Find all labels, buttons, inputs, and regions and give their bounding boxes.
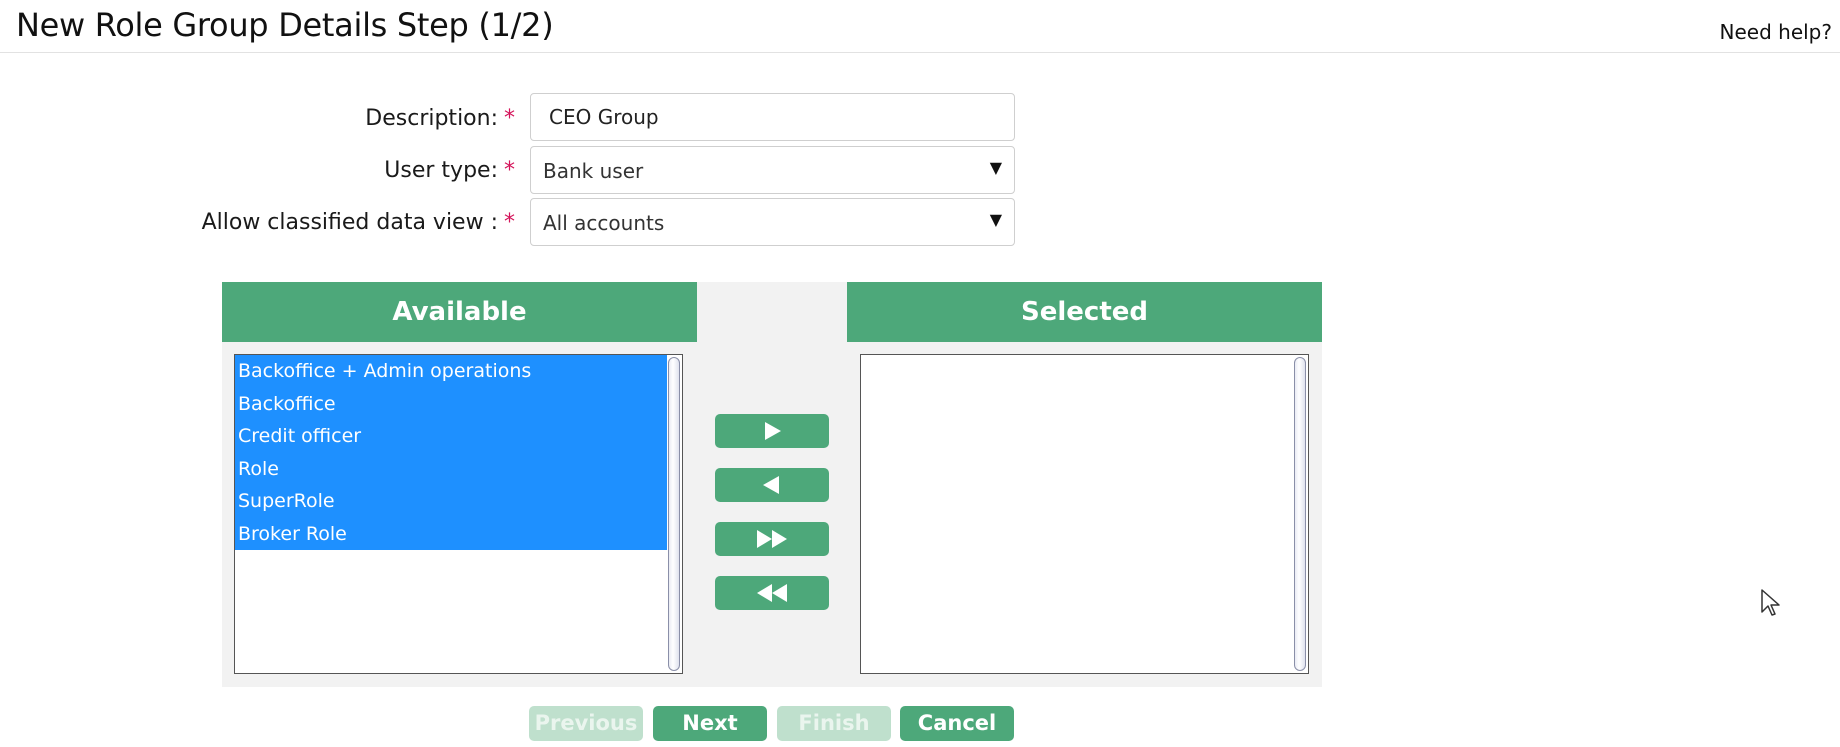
selected-header: Selected [847,282,1322,342]
required-marker: * [504,158,515,183]
move-left-icon [763,476,779,494]
list-item[interactable]: Credit officer [235,420,667,453]
description-label: Description: * [365,106,515,131]
list-item[interactable]: Backoffice + Admin operations [235,355,667,388]
selected-list[interactable] [860,354,1309,674]
user-type-select[interactable]: Bank user ▼ [530,146,1015,194]
classified-view-select[interactable]: All accounts ▼ [530,198,1015,246]
description-label-wrap: Description: * [0,94,515,142]
move-right-button[interactable] [715,414,829,448]
previous-button[interactable]: Previous [529,706,643,741]
list-item[interactable]: Backoffice [235,387,667,420]
available-header: Available [222,282,697,342]
available-list-items: Backoffice + Admin operations Backoffice… [235,355,667,550]
move-all-left-button[interactable] [715,576,829,610]
list-item[interactable]: Broker Role [235,517,667,550]
required-marker: * [504,210,515,235]
cancel-button[interactable]: Cancel [900,706,1014,741]
next-button[interactable]: Next [653,706,767,741]
role-transfer-panel: Available Selected Backoffice + Admin op… [222,282,1322,687]
user-type-label-wrap: User type: * [0,146,515,194]
need-help-link[interactable]: Need help? [1720,20,1832,44]
list-item[interactable]: SuperRole [235,485,667,518]
move-all-left-icon [757,584,787,602]
list-item[interactable]: Role [235,452,667,485]
dropdown-arrow-icon: ▼ [989,158,1002,177]
dropdown-arrow-icon: ▼ [989,210,1002,229]
user-type-label: User type: * [384,158,515,183]
move-all-right-icon [757,530,787,548]
user-type-selected: Bank user [543,159,644,183]
classified-view-selected: All accounts [543,211,665,235]
available-list[interactable]: Backoffice + Admin operations Backoffice… [234,354,683,674]
mouse-cursor-icon [1761,589,1780,616]
selected-scrollbar[interactable] [1294,357,1306,671]
description-field[interactable] [530,93,1015,141]
move-all-right-button[interactable] [715,522,829,556]
classified-view-label-wrap: Allow classified data view : * [0,198,515,246]
description-input[interactable] [531,94,1014,140]
required-marker: * [504,106,515,131]
page-title: New Role Group Details Step (1/2) [16,6,554,44]
finish-button[interactable]: Finish [777,706,891,741]
move-left-button[interactable] [715,468,829,502]
classified-view-label: Allow classified data view : * [201,210,515,235]
page-header: New Role Group Details Step (1/2) Need h… [0,0,1840,53]
available-scrollbar[interactable] [668,357,680,671]
move-right-icon [765,422,781,440]
